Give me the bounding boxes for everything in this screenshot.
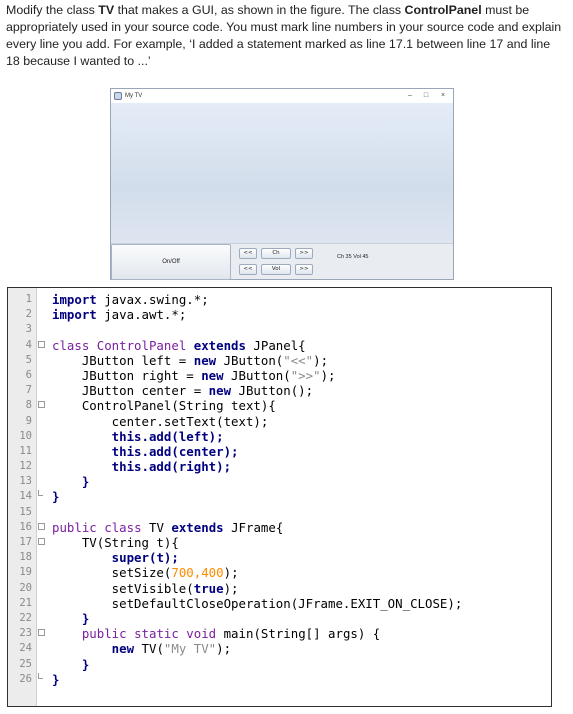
channel-down-button[interactable]: <<	[239, 248, 257, 259]
tv-window-figure: My TV – □ × On/Off << Ch >> << Vol >> Ch…	[110, 88, 454, 280]
code-line: 22}	[8, 611, 551, 626]
tv-class-name: TV	[98, 3, 115, 17]
fold-marker-icon[interactable]	[38, 538, 45, 545]
line-number: 10	[19, 429, 32, 442]
code-line: 12 this.add(right);	[8, 459, 551, 474]
line-number: 25	[19, 657, 32, 670]
line-number: 14	[19, 490, 32, 503]
volume-up-button[interactable]: >>	[295, 264, 313, 275]
fold-end-icon	[38, 490, 43, 497]
code-line: 25}	[8, 657, 551, 672]
channel-volume-status: Ch 35 Vol 45	[337, 254, 369, 260]
code-line: 17 TV(String t){	[8, 535, 551, 550]
line-number: 11	[19, 444, 32, 457]
window-content-area	[111, 103, 453, 243]
line-number: 4	[25, 338, 32, 351]
code-line: 2 import java.awt.*;	[8, 307, 551, 322]
line-number: 26	[19, 672, 32, 685]
line-number: 7	[25, 384, 32, 397]
line-number: 23	[19, 627, 32, 640]
line-number: 16	[19, 520, 32, 533]
line-number: 9	[25, 414, 32, 427]
code-line: 4 class ControlPanel extends JPanel{	[8, 338, 551, 353]
minimize-icon[interactable]: –	[403, 89, 417, 103]
code-line: 11 this.add(center);	[8, 444, 551, 459]
assignment-instructions: Modify the class TV that makes a GUI, as…	[6, 3, 562, 68]
line-number: 17	[19, 536, 32, 548]
window-titlebar: My TV – □ ×	[111, 89, 453, 103]
code-lines: 1 import javax.swing.*; 2 import java.awt.…	[8, 292, 551, 687]
code-line: 9 center.setText(text);	[8, 414, 551, 429]
line-number: 15	[19, 505, 32, 518]
line-number: 1	[25, 293, 32, 305]
line-number: 24	[19, 642, 32, 655]
line-number: 20	[19, 581, 32, 594]
code-line: 3	[8, 322, 551, 337]
volume-label-button[interactable]: Vol	[261, 264, 291, 275]
code-line: 15	[8, 505, 551, 520]
java-app-icon	[114, 92, 122, 100]
code-line: 24 new TV("My TV");	[8, 641, 551, 656]
code-line: 13}	[8, 474, 551, 489]
line-number: 3	[25, 323, 32, 336]
code-line: 21 setDefaultCloseOperation(JFrame.EXIT_O…	[8, 596, 551, 611]
channel-label-button[interactable]: Ch	[261, 248, 291, 259]
on-off-button[interactable]: On/Off	[111, 244, 231, 280]
channel-up-button[interactable]: >>	[295, 248, 313, 259]
code-line: 1 import javax.swing.*;	[8, 292, 551, 307]
line-number: 6	[25, 368, 32, 381]
fold-end-icon	[38, 672, 43, 679]
code-line: 20 setVisible(true);	[8, 581, 551, 596]
code-line: 18 super(t);	[8, 550, 551, 565]
code-line: 7 JButton center = new JButton();	[8, 383, 551, 398]
window-title: My TV	[125, 93, 143, 99]
line-number: 18	[19, 551, 32, 564]
line-number: 13	[19, 475, 32, 488]
fold-marker-icon[interactable]	[38, 401, 45, 409]
close-icon[interactable]: ×	[436, 89, 450, 103]
line-number: 19	[19, 566, 32, 579]
fold-marker-icon[interactable]	[38, 522, 45, 530]
line-number: 2	[25, 308, 32, 321]
volume-down-button[interactable]: <<	[239, 264, 257, 275]
control-panel-bar: On/Off << Ch >> << Vol >> Ch 35 Vol 45	[111, 243, 453, 280]
code-line: 16 public class TV extends JFrame{	[8, 520, 551, 535]
code-line: 26}	[8, 672, 551, 687]
code-line: 5 JButton left = new JButton("<<");	[8, 353, 551, 368]
code-line: 8 ControlPanel(String text){	[8, 398, 551, 413]
code-line: 19 setSize(700,400);	[8, 565, 551, 580]
maximize-icon[interactable]: □	[419, 89, 433, 103]
line-number: 22	[19, 611, 32, 624]
fold-marker-icon[interactable]	[38, 629, 45, 637]
code-line: 10 this.add(left);	[8, 429, 551, 444]
code-line: 23 public static void main(String[] args)…	[8, 626, 551, 641]
code-line: 6 JButton right = new JButton(">>");	[8, 368, 551, 383]
control-panel-class-name: ControlPanel	[404, 3, 482, 17]
code-line: 14}	[8, 489, 551, 504]
line-number: 5	[25, 353, 32, 366]
line-number: 21	[19, 596, 32, 609]
source-code-listing: 1 import javax.swing.*; 2 import java.awt.…	[7, 287, 552, 707]
line-number: 12	[19, 460, 32, 473]
line-number: 8	[25, 399, 32, 412]
fold-marker-icon[interactable]	[38, 340, 45, 348]
